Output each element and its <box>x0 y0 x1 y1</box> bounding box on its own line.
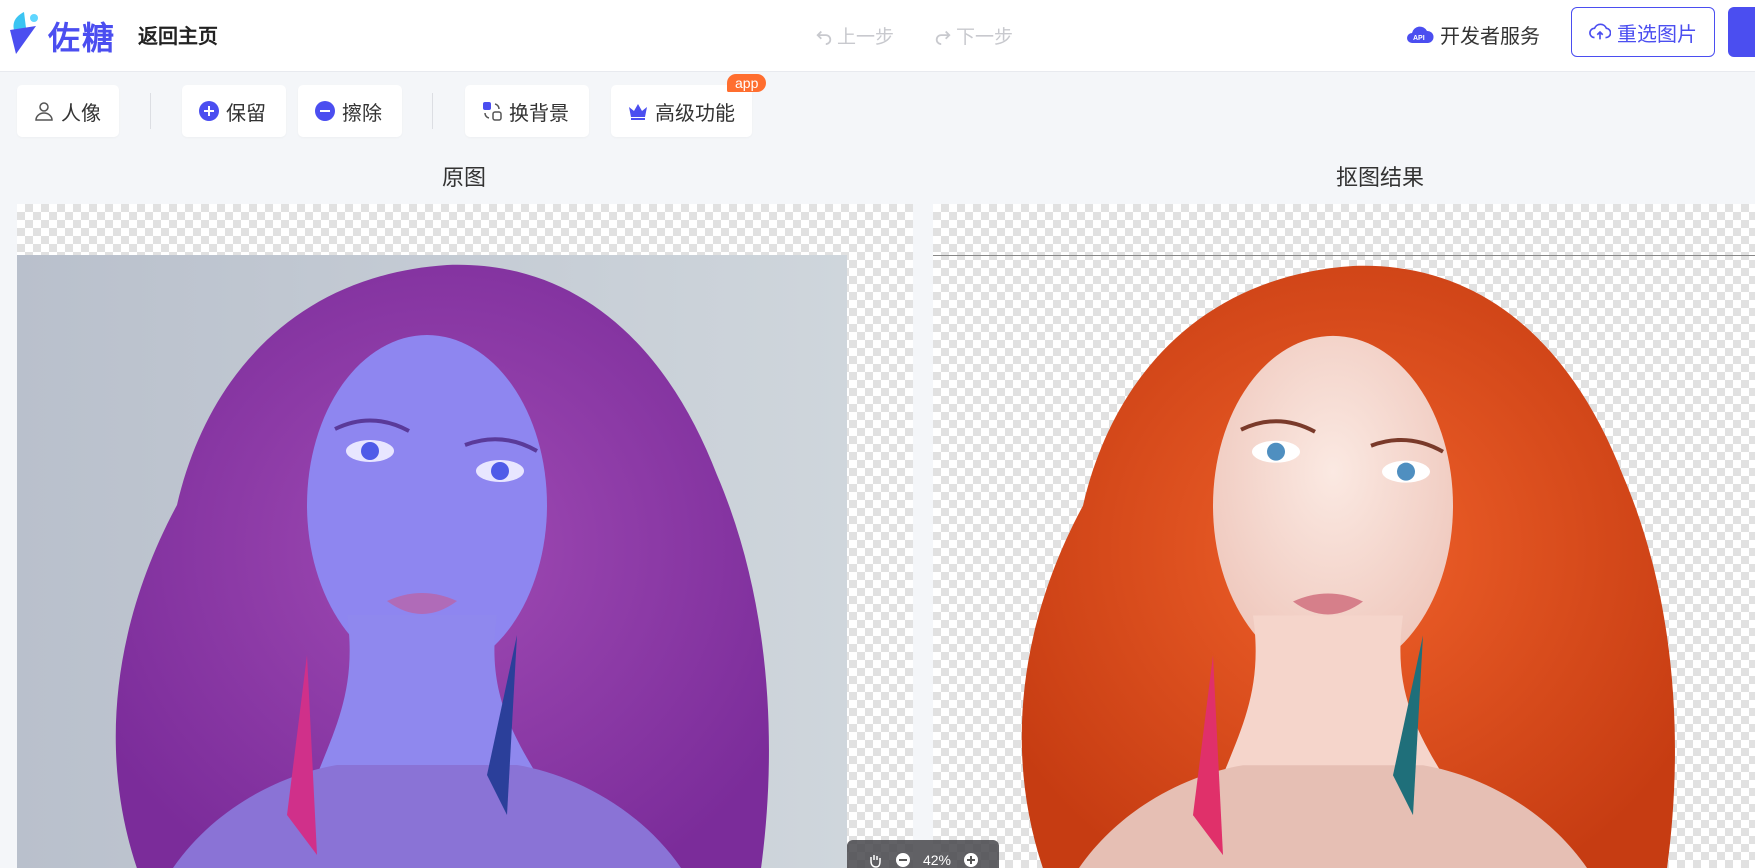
redo-label: 下一步 <box>956 27 1014 48</box>
original-panel-title: 原图 <box>442 165 487 190</box>
undo-label: 上一步 <box>837 27 895 48</box>
reselect-image-button[interactable]: 重选图片 <box>1571 7 1715 57</box>
download-button[interactable] <box>1728 7 1755 57</box>
person-icon <box>35 102 53 121</box>
cloud-upload-icon <box>1589 23 1611 40</box>
undo-button[interactable]: 上一步 <box>815 22 894 49</box>
advanced-features-button[interactable]: 高级功能 <box>611 85 752 137</box>
developer-service-link[interactable]: API 开发者服务 <box>1406 20 1540 49</box>
top-header: 佐糖 返回主页 上一步 下一步 API 开发者服务 重选图片 <box>0 0 1755 72</box>
erase-brush-button[interactable]: 擦除 <box>298 85 402 137</box>
toolbar-divider <box>432 93 433 129</box>
change-background-button[interactable]: 换背景 <box>465 85 589 137</box>
app-badge: app <box>727 74 767 92</box>
cutout-result-photo <box>933 255 1755 868</box>
result-panel-title: 抠图结果 <box>1336 165 1425 190</box>
keep-brush-button[interactable]: 保留 <box>182 85 286 137</box>
svg-text:API: API <box>1413 35 1425 42</box>
brand-name[interactable]: 佐糖 <box>48 13 116 59</box>
logo-icon[interactable] <box>6 10 42 56</box>
zoom-in-icon[interactable] <box>963 852 979 868</box>
original-image-canvas[interactable] <box>17 204 913 868</box>
erase-label: 擦除 <box>342 102 382 125</box>
plus-circle-icon <box>199 101 219 121</box>
result-image-canvas[interactable] <box>933 204 1755 868</box>
hand-pan-icon[interactable] <box>867 852 883 868</box>
portrait-mode-button[interactable]: 人像 <box>17 85 119 137</box>
zoom-control: 42% <box>847 840 999 868</box>
portrait-label: 人像 <box>61 102 101 125</box>
original-photo <box>17 255 847 868</box>
toolbar-divider <box>150 93 151 129</box>
keep-label: 保留 <box>226 102 266 125</box>
redo-icon <box>935 30 951 45</box>
undo-icon <box>816 30 832 45</box>
minus-circle-icon <box>315 101 335 121</box>
swap-background-icon <box>483 102 502 121</box>
api-cloud-icon: API <box>1407 26 1434 43</box>
advanced-label: 高级功能 <box>655 102 735 125</box>
zoom-level: 42% <box>922 852 951 868</box>
developer-service-label: 开发者服务 <box>1440 26 1540 48</box>
zoom-out-icon[interactable] <box>895 852 911 868</box>
redo-button[interactable]: 下一步 <box>934 22 1013 49</box>
back-home-link[interactable]: 返回主页 <box>138 20 218 49</box>
crown-icon <box>629 104 647 120</box>
change-background-label: 换背景 <box>509 102 569 125</box>
reselect-label: 重选图片 <box>1617 23 1697 46</box>
